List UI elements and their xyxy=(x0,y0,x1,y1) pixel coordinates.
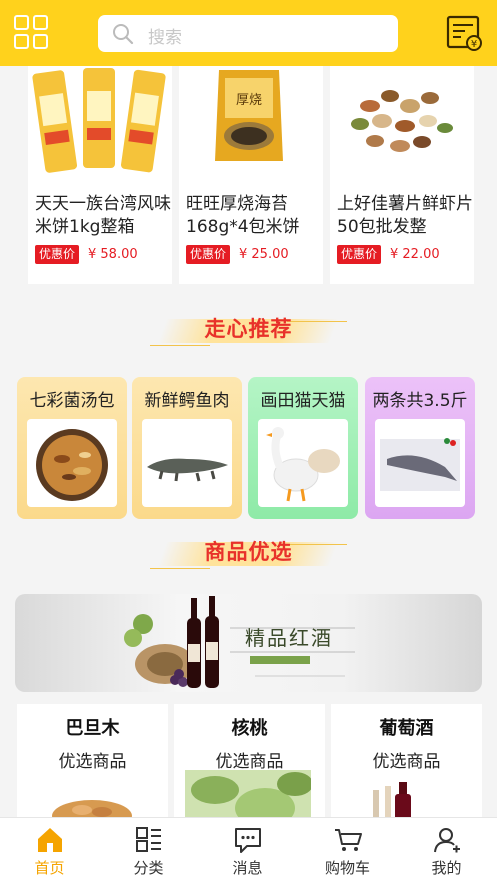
category-image xyxy=(185,770,311,820)
tab-label: 消息 xyxy=(232,859,263,877)
top-header: 搜索 ¥ xyxy=(0,0,497,66)
search-bar[interactable]: 搜索 xyxy=(98,15,398,52)
product-price: ¥ 58.00 xyxy=(88,247,138,262)
product-row: 天天一族台湾风味米饼1kg整箱 优惠价 ¥ 58.00 厚烧 旺旺厚烧海苔168… xyxy=(0,66,497,284)
category-title: 核桃 xyxy=(231,718,268,739)
category-card-1[interactable]: 巴旦木 优选商品 xyxy=(17,704,168,820)
recommend-title: 七彩菌汤包 xyxy=(29,391,115,411)
recommend-card-2[interactable]: 新鲜鳄鱼肉 xyxy=(132,377,242,519)
tab-cart[interactable]: 购物车 xyxy=(298,818,397,883)
recommend-title: 画田猫天猫 xyxy=(260,391,346,411)
tab-message[interactable]: 消息 xyxy=(198,818,297,883)
product-card-1[interactable]: 天天一族台湾风味米饼1kg整箱 优惠价 ¥ 58.00 xyxy=(28,66,172,284)
recommend-card-1[interactable]: 七彩菌汤包 xyxy=(17,377,127,519)
section-title-recommend: 走心推荐 xyxy=(150,305,347,355)
category-title: 葡萄酒 xyxy=(379,718,434,739)
product-name: 上好佳薯片鲜虾片50包批发整 xyxy=(337,194,473,237)
svg-text:¥: ¥ xyxy=(471,39,477,50)
tab-label: 分类 xyxy=(133,859,164,877)
product-card-2[interactable]: 厚烧 旺旺厚烧海苔168g*4包米饼 优惠价 ¥ 25.00 xyxy=(179,66,323,284)
search-icon xyxy=(113,24,134,45)
section-title-selected: 商品优选 xyxy=(150,528,347,578)
category-subtitle: 优选商品 xyxy=(215,752,284,772)
tab-label: 首页 xyxy=(34,859,65,877)
category-card-3[interactable]: 葡萄酒 优选商品 xyxy=(331,704,482,820)
category-card-2[interactable]: 核桃 优选商品 xyxy=(174,704,325,820)
cart-icon xyxy=(335,829,362,851)
tab-label: 购物车 xyxy=(324,859,370,877)
recommend-image xyxy=(142,419,232,507)
product-image xyxy=(32,68,166,173)
home-icon xyxy=(38,828,62,852)
recommend-card-4[interactable]: 两条共3.5斤 xyxy=(365,377,475,519)
search-input[interactable]: 搜索 xyxy=(148,23,182,48)
discount-badge: 优惠价 xyxy=(35,245,80,264)
product-image xyxy=(351,90,453,152)
user-icon xyxy=(434,828,460,853)
recommend-card-3[interactable]: 画田猫天猫 xyxy=(248,377,358,519)
product-card-3[interactable]: 上好佳薯片鲜虾片50包批发整 优惠价 ¥ 22.00 xyxy=(330,66,474,284)
category-subtitle: 优选商品 xyxy=(372,752,441,772)
product-image: 厚烧 xyxy=(215,70,283,161)
section-title-text: 商品优选 xyxy=(204,540,293,564)
recommend-title: 新鲜鳄鱼肉 xyxy=(144,391,230,411)
svg-text:厚烧: 厚烧 xyxy=(236,93,262,108)
wine-banner[interactable]: 精品红酒 xyxy=(15,594,482,692)
recommend-image xyxy=(375,419,465,507)
message-icon xyxy=(235,828,261,853)
tab-category[interactable]: 分类 xyxy=(99,818,198,883)
product-price: ¥ 25.00 xyxy=(239,247,289,262)
product-price: ¥ 22.00 xyxy=(390,247,440,262)
category-icon xyxy=(136,827,161,852)
bottom-tab-bar: 首页 分类 消息 购物车 我的 xyxy=(0,817,497,883)
recommend-title: 两条共3.5斤 xyxy=(372,391,468,411)
receipt-icon[interactable]: ¥ xyxy=(445,14,483,52)
category-image xyxy=(373,782,411,820)
discount-badge: 优惠价 xyxy=(337,245,382,264)
tab-mine[interactable]: 我的 xyxy=(397,818,496,883)
tab-label: 我的 xyxy=(431,859,462,877)
banner-title: 精品红酒 xyxy=(245,626,333,650)
discount-badge: 优惠价 xyxy=(186,245,231,264)
category-subtitle: 优选商品 xyxy=(58,752,127,772)
product-name: 旺旺厚烧海苔168g*4包米饼 xyxy=(186,194,300,237)
section-title-text: 走心推荐 xyxy=(204,317,293,341)
category-title: 巴旦木 xyxy=(65,718,120,739)
tab-home[interactable]: 首页 xyxy=(0,818,99,883)
recommend-image xyxy=(258,419,348,507)
product-name: 天天一族台湾风味米饼1kg整箱 xyxy=(35,194,171,237)
recommend-image xyxy=(27,419,117,507)
grid-menu-icon[interactable] xyxy=(14,15,50,51)
